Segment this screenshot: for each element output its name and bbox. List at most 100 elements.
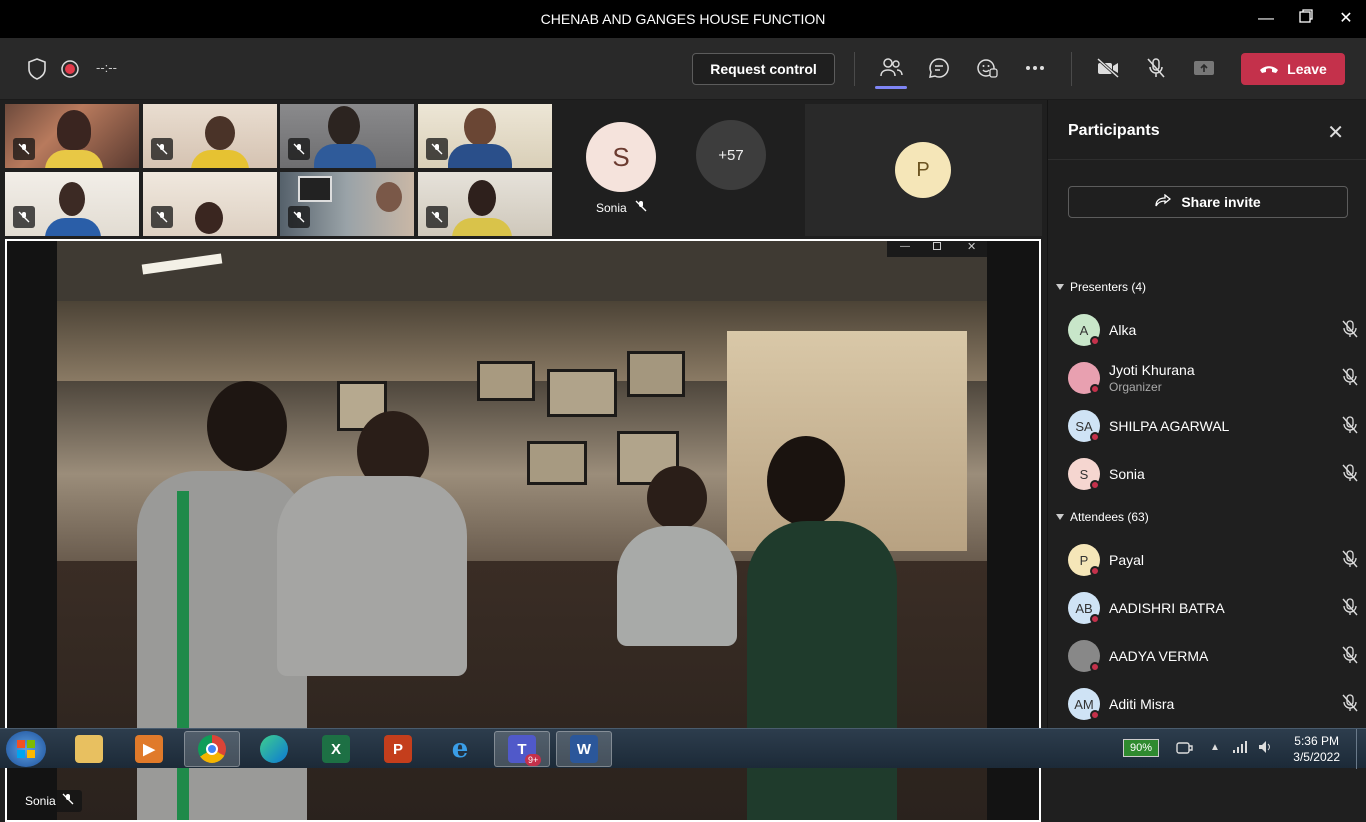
video-tile[interactable] [143, 104, 277, 168]
internet-explorer-button[interactable]: e [432, 731, 488, 767]
show-desktop-button[interactable] [1356, 729, 1366, 769]
more-options-icon[interactable] [1021, 54, 1049, 82]
participant-row[interactable]: AADYA VERMA [1068, 636, 1358, 676]
leave-button[interactable]: Leave [1241, 53, 1345, 85]
video-tile[interactable] [280, 104, 414, 168]
participant-role: Organizer [1109, 380, 1162, 394]
reactions-icon[interactable] [973, 54, 1001, 82]
restore-button[interactable] [1294, 8, 1318, 30]
edge-button[interactable] [246, 731, 302, 767]
muted-mic-icon[interactable] [1342, 320, 1358, 343]
edge-icon [260, 735, 288, 763]
power-plug-icon[interactable] [1175, 740, 1193, 761]
video-tile[interactable] [280, 172, 414, 236]
excel-button[interactable]: X [308, 731, 364, 767]
toolbar-divider [1071, 52, 1072, 86]
muted-mic-icon[interactable] [1342, 646, 1358, 669]
clock-time: 5:36 PM [1294, 734, 1339, 748]
status-busy-icon [1090, 432, 1100, 442]
recording-icon [56, 55, 84, 83]
video-tile[interactable] [418, 172, 552, 236]
presenters-section-toggle[interactable]: Presenters (4) [1056, 280, 1146, 294]
chrome-button[interactable] [184, 731, 240, 767]
attendees-section-toggle[interactable]: Attendees (63) [1056, 510, 1149, 524]
file-explorer-button[interactable] [61, 731, 117, 767]
word-button[interactable]: W [556, 731, 612, 767]
media-player-button[interactable]: ▶ [121, 731, 177, 767]
teams-button[interactable]: T 9+ [494, 731, 550, 767]
request-control-button[interactable]: Request control [692, 53, 835, 85]
mic-off-icon[interactable] [1142, 54, 1170, 82]
participant-row[interactable]: AB AADISHRI BATRA [1068, 588, 1358, 628]
participant-name: Alka [1109, 322, 1137, 338]
muted-mic-icon[interactable] [1342, 368, 1358, 391]
participant-name: Aditi Misra [1109, 696, 1175, 712]
close-window-button[interactable]: ✕ [1334, 8, 1358, 30]
people-icon[interactable] [877, 54, 905, 82]
presenter-name: Sonia [25, 794, 56, 808]
muted-mic-icon [62, 790, 74, 812]
camera-off-icon[interactable] [1094, 54, 1122, 82]
meeting-toolbar: --:-- Request control Leave [0, 38, 1366, 100]
video-tile[interactable] [143, 172, 277, 236]
muted-mic-icon [288, 138, 310, 160]
system-clock[interactable]: 5:36 PM 3/5/2022 [1293, 733, 1340, 765]
participant-row[interactable]: Jyoti Khurana Organizer [1068, 358, 1358, 398]
muted-mic-icon [13, 206, 35, 228]
muted-mic-icon[interactable] [1342, 464, 1358, 487]
video-tile-p[interactable]: P [805, 104, 1042, 236]
meeting-stage: S Sonia +57 P — ✕ Sonia [0, 100, 1046, 822]
panel-title: Participants [1068, 122, 1160, 139]
participant-name: Jyoti Khurana [1109, 362, 1195, 378]
participants-panel: Participants ✕ Share invite Presenters (… [1047, 100, 1366, 728]
attendees-label: Attendees (63) [1070, 510, 1149, 524]
muted-mic-icon[interactable] [1342, 550, 1358, 573]
muted-mic-icon[interactable] [1342, 416, 1358, 439]
powerpoint-icon: P [384, 735, 412, 763]
presenter-caption: Sonia [17, 790, 82, 812]
internet-explorer-icon: e [451, 734, 469, 764]
share-icon [1155, 193, 1172, 211]
show-hidden-icons-icon[interactable]: ▲ [1210, 742, 1220, 753]
minimize-button[interactable]: — [1254, 8, 1278, 30]
participant-row[interactable]: P Payal [1068, 540, 1358, 580]
start-button[interactable] [6, 731, 46, 767]
chat-icon[interactable] [925, 54, 953, 82]
overflow-participants[interactable]: +57 [696, 120, 766, 190]
teams-badge: 9+ [525, 754, 542, 766]
folder-icon [75, 735, 103, 763]
participant-name: Sonia [1109, 466, 1145, 482]
muted-mic-icon [635, 200, 647, 215]
shield-icon[interactable] [23, 55, 51, 83]
video-tile[interactable] [5, 104, 139, 168]
volume-icon[interactable] [1258, 740, 1274, 759]
share-invite-label: Share invite [1181, 194, 1261, 210]
word-icon: W [570, 735, 598, 763]
avatar-sonia[interactable]: S [586, 122, 656, 192]
video-tile[interactable] [418, 104, 552, 168]
participant-row[interactable]: SA SHILPA AGARWAL [1068, 406, 1358, 446]
share-invite-button[interactable]: Share invite [1068, 186, 1348, 218]
participant-row[interactable]: A Alka [1068, 310, 1358, 350]
close-panel-icon[interactable]: ✕ [1327, 120, 1344, 145]
status-busy-icon [1090, 614, 1100, 624]
muted-mic-icon[interactable] [1342, 598, 1358, 621]
muted-mic-icon[interactable] [1342, 694, 1358, 717]
video-tile[interactable] [5, 172, 139, 236]
participant-name: AADISHRI BATRA [1109, 600, 1225, 616]
muted-mic-icon [151, 138, 173, 160]
shared-window-restore-icon [933, 242, 941, 250]
battery-indicator[interactable]: 90% [1123, 739, 1159, 757]
windows-logo-icon [17, 740, 35, 758]
network-icon[interactable] [1232, 740, 1248, 759]
muted-mic-icon [426, 206, 448, 228]
participant-name: Payal [1109, 552, 1145, 568]
meeting-timer: --:-- [96, 60, 117, 75]
participant-row[interactable]: S Sonia [1068, 454, 1358, 494]
participant-name: AADYA VERMA [1109, 648, 1209, 664]
share-tray-icon[interactable] [1190, 54, 1218, 82]
status-busy-icon [1090, 336, 1100, 346]
powerpoint-button[interactable]: P [370, 731, 426, 767]
leave-label: Leave [1287, 61, 1327, 77]
participant-row[interactable]: AM Aditi Misra [1068, 684, 1358, 724]
